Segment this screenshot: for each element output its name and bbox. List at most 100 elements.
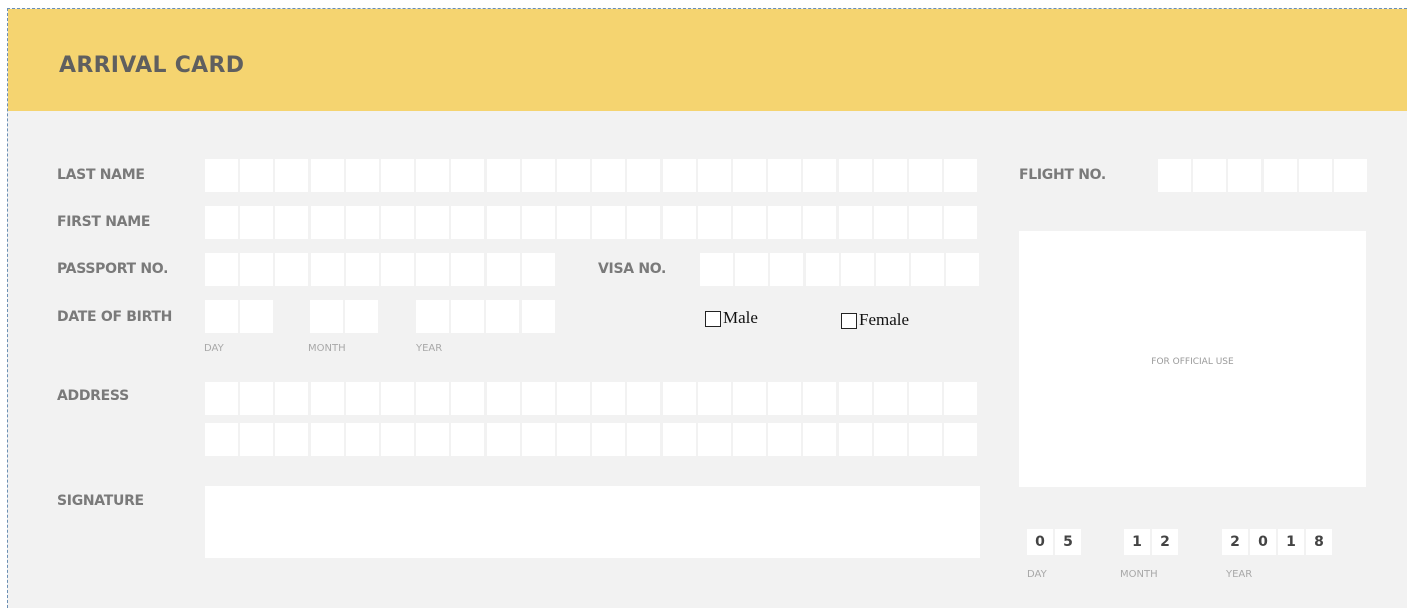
address-field-line1-cell[interactable] <box>733 382 766 415</box>
address-field-line1-cell[interactable] <box>803 382 837 415</box>
address-field-line2-cell[interactable] <box>873 423 907 456</box>
last-name-field-cell[interactable] <box>838 159 872 192</box>
visa-no-field-cell[interactable] <box>876 253 909 286</box>
first-name-field-cell[interactable] <box>557 206 590 239</box>
last-name-field-cell[interactable] <box>944 159 978 192</box>
last-name-field-cell[interactable] <box>873 159 907 192</box>
passport-no-field-cell[interactable] <box>416 253 450 286</box>
address-field-line2-cell[interactable] <box>662 423 696 456</box>
address-field-line1-cell[interactable] <box>310 382 344 415</box>
visa-no-field-cell[interactable] <box>735 253 769 286</box>
address-field-line2-cell[interactable] <box>697 423 731 456</box>
first-name-field-cell[interactable] <box>486 206 520 239</box>
flight-no-field-cell[interactable] <box>1193 159 1227 192</box>
last-name-field-cell[interactable] <box>310 159 344 192</box>
first-name-field-cell[interactable] <box>697 206 731 239</box>
dob-year-field-cell[interactable] <box>486 300 520 333</box>
address-field-line2-cell[interactable] <box>381 423 414 456</box>
last-name-field-cell[interactable] <box>486 159 520 192</box>
address-field-line2-cell[interactable] <box>416 423 450 456</box>
dob-day-field-cell[interactable] <box>205 300 238 333</box>
first-name-field-cell[interactable] <box>521 206 555 239</box>
address-field-line2-cell[interactable] <box>768 423 802 456</box>
dob-day-field-cell[interactable] <box>240 300 274 333</box>
flight-no-field-cell[interactable] <box>1228 159 1262 192</box>
first-name-field-cell[interactable] <box>662 206 696 239</box>
last-name-field-cell[interactable] <box>768 159 802 192</box>
last-name-field-cell[interactable] <box>662 159 696 192</box>
visa-no-field-cell[interactable] <box>700 253 733 286</box>
address-field-line2-cell[interactable] <box>310 423 344 456</box>
address-field-line2-cell[interactable] <box>345 423 379 456</box>
dob-year-field-cell[interactable] <box>451 300 485 333</box>
last-name-field-cell[interactable] <box>381 159 414 192</box>
flight-no-field-cell[interactable] <box>1158 159 1191 192</box>
dob-year-field-cell[interactable] <box>521 300 555 333</box>
address-field-line2-cell[interactable] <box>240 423 274 456</box>
address-field-line2-cell[interactable] <box>521 423 555 456</box>
address-field-line1-cell[interactable] <box>275 382 309 415</box>
passport-no-field-cell[interactable] <box>275 253 309 286</box>
passport-no-field-cell[interactable] <box>240 253 274 286</box>
first-name-field-cell[interactable] <box>838 206 872 239</box>
address-field-line1-cell[interactable] <box>486 382 520 415</box>
first-name-field-cell[interactable] <box>416 206 450 239</box>
passport-no-field-cell[interactable] <box>345 253 379 286</box>
dob-month-field-cell[interactable] <box>310 300 343 333</box>
first-name-field-cell[interactable] <box>345 206 379 239</box>
last-name-field-cell[interactable] <box>240 159 274 192</box>
dob-year-field-cell[interactable] <box>416 300 449 333</box>
first-name-field-cell[interactable] <box>768 206 802 239</box>
address-field-line1-cell[interactable] <box>205 382 238 415</box>
flight-no-field-cell[interactable] <box>1298 159 1332 192</box>
male-checkbox[interactable] <box>705 311 721 327</box>
first-name-field-cell[interactable] <box>627 206 661 239</box>
last-name-field-cell[interactable] <box>733 159 766 192</box>
address-field-line2-cell[interactable] <box>627 423 661 456</box>
address-field-line1-cell[interactable] <box>944 382 978 415</box>
first-name-field-cell[interactable] <box>873 206 907 239</box>
last-name-field-cell[interactable] <box>416 159 450 192</box>
address-field-line2-cell[interactable] <box>944 423 978 456</box>
passport-no-field-cell[interactable] <box>486 253 520 286</box>
signature-field[interactable] <box>205 486 980 558</box>
address-field-line2-cell[interactable] <box>557 423 590 456</box>
address-field-line1-cell[interactable] <box>345 382 379 415</box>
visa-no-field-cell[interactable] <box>770 253 804 286</box>
flight-no-field-cell[interactable] <box>1263 159 1297 192</box>
passport-no-field-cell[interactable] <box>310 253 344 286</box>
visa-no-field-cell[interactable] <box>911 253 945 286</box>
first-name-field-cell[interactable] <box>909 206 942 239</box>
last-name-field-cell[interactable] <box>803 159 837 192</box>
first-name-field-cell[interactable] <box>310 206 344 239</box>
address-field-line2-cell[interactable] <box>803 423 837 456</box>
address-field-line2-cell[interactable] <box>733 423 766 456</box>
last-name-field-cell[interactable] <box>345 159 379 192</box>
address-field-line1-cell[interactable] <box>909 382 942 415</box>
first-name-field-cell[interactable] <box>944 206 978 239</box>
passport-no-field-cell[interactable] <box>381 253 414 286</box>
last-name-field-cell[interactable] <box>521 159 555 192</box>
address-field-line1-cell[interactable] <box>873 382 907 415</box>
passport-no-field-cell[interactable] <box>205 253 238 286</box>
last-name-field-cell[interactable] <box>697 159 731 192</box>
address-field-line1-cell[interactable] <box>697 382 731 415</box>
last-name-field-cell[interactable] <box>592 159 626 192</box>
address-field-line1-cell[interactable] <box>557 382 590 415</box>
address-field-line2-cell[interactable] <box>838 423 872 456</box>
address-field-line1-cell[interactable] <box>521 382 555 415</box>
passport-no-field-cell[interactable] <box>521 253 555 286</box>
first-name-field-cell[interactable] <box>381 206 414 239</box>
address-field-line1-cell[interactable] <box>416 382 450 415</box>
dob-month-field-cell[interactable] <box>345 300 379 333</box>
passport-no-field-cell[interactable] <box>451 253 485 286</box>
female-checkbox[interactable] <box>841 313 857 329</box>
address-field-line2-cell[interactable] <box>275 423 309 456</box>
first-name-field-cell[interactable] <box>733 206 766 239</box>
address-field-line2-cell[interactable] <box>486 423 520 456</box>
first-name-field-cell[interactable] <box>451 206 485 239</box>
first-name-field-cell[interactable] <box>205 206 238 239</box>
address-field-line2-cell[interactable] <box>205 423 238 456</box>
first-name-field-cell[interactable] <box>275 206 309 239</box>
address-field-line2-cell[interactable] <box>451 423 485 456</box>
